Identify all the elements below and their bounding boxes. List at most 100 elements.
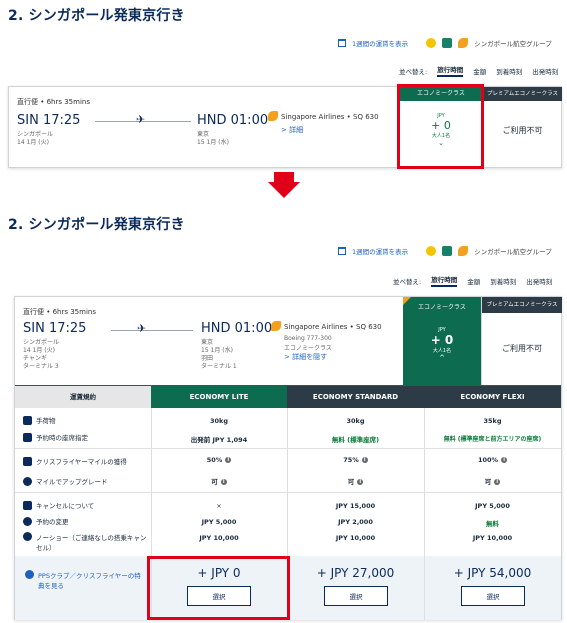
singapore-airlines-icon [271, 321, 281, 331]
seat-icon [23, 432, 32, 442]
price-flexi: + JPY 54,000 [453, 566, 532, 580]
details-link[interactable]: > 詳細 [281, 125, 303, 135]
scoot-logo-icon [426, 38, 437, 48]
dest-date: 15 1月 (水) [197, 139, 229, 146]
economy-price: + 0 [430, 333, 454, 347]
table-cell: JPY 5,000 [201, 518, 237, 526]
flight-duration: 直行便 • 6hrs 35mins [17, 98, 90, 106]
table-row-baggage-seat: 手荷物 30kg 30kg 35kg 予約時の座席指定 出発前 JPY 1,09… [15, 410, 561, 446]
table-cell: 無料 (標準座席と前方エリアの座席) [443, 436, 542, 443]
sort-option-price[interactable]: 金額 [467, 276, 480, 286]
sort-option-departure[interactable]: 出発時刻 [532, 66, 558, 76]
table-cell: 可 [211, 478, 218, 486]
info-icon[interactable]: i [361, 457, 368, 463]
origin-code-time: SIN 17:25 [23, 321, 87, 336]
plane-icon: ✈ [137, 322, 147, 335]
table-cell: JPY 2,000 [338, 518, 373, 526]
cabin-class: エコノミークラス [284, 345, 332, 352]
sort-option-duration[interactable]: 旅行時間 [431, 274, 458, 287]
table-row-miles: クリスフライヤーマイルの獲得 50% i 75% i 100% i マイルでアップグレ… [15, 450, 561, 490]
sort-label: 並べ替え: [393, 277, 422, 286]
table-cell: 可 [347, 478, 355, 486]
calendar-icon [338, 247, 346, 255]
info-icon[interactable]: i [501, 457, 508, 463]
select-standard-button[interactable]: 選択 [324, 586, 388, 606]
airline-group-label: シンガポール航空グループ [474, 248, 552, 256]
info-icon[interactable]: i [357, 479, 364, 485]
dest-terminal: ターミナル 1 [201, 363, 237, 370]
row-label: キャンセルについて [36, 502, 95, 510]
weekly-fares-link[interactable]: 1週間の運賃を表示 [352, 246, 408, 256]
route-line [111, 330, 193, 331]
divider [15, 492, 561, 493]
table-cell: JPY 10,000 [199, 534, 239, 542]
cancel-icon [23, 500, 32, 510]
silkair-logo-icon [442, 246, 453, 256]
table-cell: 50% [206, 456, 223, 464]
sort-bar-2: 並べ替え: 旅行時間 金額 到着時刻 出発時刻 [393, 274, 552, 287]
table-cell: JPY 15,000 [335, 502, 376, 510]
chevron-up-icon[interactable]: ^ [403, 354, 481, 362]
row-label: 手荷物 [36, 417, 56, 425]
sort-option-duration[interactable]: 旅行時間 [437, 64, 464, 77]
table-cell: × [216, 502, 222, 510]
row-label: 予約時の座席指定 [36, 434, 88, 442]
scoot-logo-icon [426, 246, 437, 256]
origin-code-time: SIN 17:25 [17, 113, 81, 128]
info-icon[interactable]: i [225, 457, 232, 463]
table-cell: 無料 (標準座席) [331, 436, 380, 444]
sort-option-departure[interactable]: 出発時刻 [526, 276, 552, 286]
sort-label: 並べ替え: [399, 67, 428, 76]
sort-option-arrival[interactable]: 到着時刻 [490, 276, 516, 286]
pps-badge-icon [25, 570, 34, 579]
row-label: クリスフライヤーマイルの獲得 [36, 458, 127, 466]
plane-icon: ✈ [136, 113, 146, 126]
table-cell: JPY 5,000 [475, 502, 510, 510]
down-arrow-icon [268, 182, 300, 198]
premium-cabin-cell: プレミアムエコノミークラス ご利用不可 [482, 87, 562, 167]
premium-unavailable: ご利用不可 [502, 344, 542, 353]
sort-option-arrival[interactable]: 到着時刻 [496, 66, 522, 76]
singapore-airlines-logo-icon [458, 246, 469, 256]
origin-date: 14 1月 (火) [17, 139, 49, 146]
section-title-2: 2. シンガポール発東京行き [8, 217, 185, 233]
premium-header: プレミアムエコノミークラス [483, 87, 562, 101]
select-flexi-button[interactable]: 選択 [461, 586, 525, 606]
calendar-icon [338, 39, 346, 47]
weekly-fares-link[interactable]: 1週間の運賃を表示 [352, 38, 408, 48]
economy-cabin-cell-selected[interactable]: エコノミークラス JPY + 0 大人1名 ^ [403, 297, 481, 385]
sort-option-price[interactable]: 金額 [473, 66, 486, 76]
flight-duration: 直行便 • 6hrs 35mins [23, 308, 96, 316]
aircraft-type: Boeing 777-300 [284, 335, 332, 342]
baggage-icon [23, 415, 32, 425]
no-show-icon [23, 532, 32, 541]
top-links-2: 1週間の運賃を表示 シンガポール航空グループ [338, 246, 552, 256]
table-row-changes: キャンセルについて × JPY 15,000 JPY 5,000 予約の変更 J… [15, 494, 561, 554]
airline-group-label: シンガポール航空グループ [474, 40, 552, 48]
highlight-box-economy [397, 84, 484, 169]
info-icon[interactable]: i [220, 479, 227, 485]
section-title: 2. シンガポール発東京行き [8, 8, 185, 24]
pps-link-wrap[interactable]: PPSクラブ／クリスフライヤーの特典を見る [25, 570, 147, 590]
pps-link[interactable]: PPSクラブ／クリスフライヤーの特典を見る [38, 570, 147, 590]
airline-flight: Singapore Airlines • SQ 630 [281, 113, 379, 121]
hide-details-link[interactable]: > 詳細を隠す [284, 352, 327, 362]
singapore-airlines-logo-icon [458, 38, 469, 48]
origin-terminal: ターミナル 3 [23, 363, 59, 370]
premium-unavailable: ご利用不可 [502, 126, 543, 135]
singapore-airlines-icon [268, 111, 278, 121]
highlight-box-lite-price [147, 556, 290, 620]
arrow-shaft [274, 172, 294, 182]
upgrade-icon [23, 476, 32, 486]
economy-header: エコノミークラス [418, 304, 466, 311]
divider [15, 448, 561, 449]
table-cell: JPY 10,000 [472, 534, 513, 542]
table-cell: JPY 10,000 [335, 534, 376, 542]
premium-cabin-cell: プレミアムエコノミークラス ご利用不可 [481, 297, 562, 385]
table-cell: 30kg [346, 417, 365, 425]
row-label: 予約の変更 [36, 518, 69, 526]
col-economy-flexi: ECONOMY FLEXI [424, 386, 561, 408]
premium-header: プレミアムエコノミークラス [482, 297, 562, 313]
info-icon[interactable]: i [494, 479, 501, 485]
dest-code-time: HND 01:00 [197, 113, 269, 128]
